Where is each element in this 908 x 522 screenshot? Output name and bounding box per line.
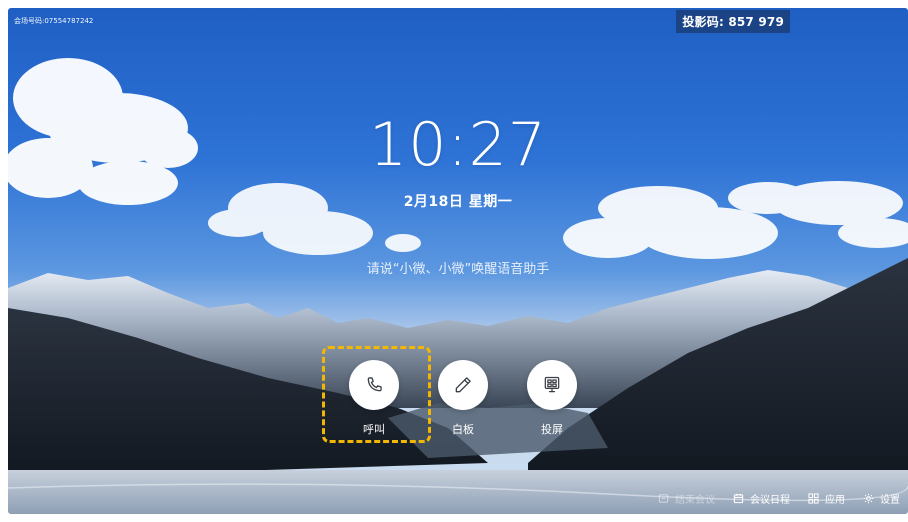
- meeting-number: 会场号码:07554787242: [14, 17, 94, 25]
- end-meeting-label: 结束会议: [675, 495, 715, 506]
- voice-assistant-hint: 请说“小微、小微”唤醒语音助手: [366, 262, 550, 277]
- home-screen: 会场号码:07554787242 投影码: 857 979 10:27 2月18…: [8, 8, 908, 514]
- whiteboard-button-circle[interactable]: [438, 360, 488, 410]
- end-meeting-icon: [658, 493, 669, 504]
- screen-share-button-circle[interactable]: [527, 360, 577, 410]
- settings-label: 设置: [880, 495, 900, 506]
- settings-button[interactable]: 设置: [863, 491, 900, 506]
- schedule-button[interactable]: 会议日程: [733, 491, 790, 506]
- clock-date: 2月18日 星期一: [403, 194, 513, 210]
- end-meeting-button[interactable]: 结束会议: [658, 491, 715, 506]
- apps-label: 应用: [825, 495, 845, 506]
- cast-code-badge: 投影码: 857 979: [676, 10, 790, 33]
- whiteboard-button[interactable]: 白板: [418, 360, 508, 437]
- screen-share-button[interactable]: 投屏: [507, 360, 597, 437]
- schedule-label: 会议日程: [750, 495, 790, 506]
- calendar-icon: [733, 493, 744, 504]
- apps-icon: [808, 493, 819, 504]
- call-button-highlight: [322, 346, 431, 443]
- screen-share-label: 投屏: [541, 423, 563, 436]
- whiteboard-label: 白板: [452, 423, 474, 436]
- settings-icon: [863, 493, 874, 504]
- apps-button[interactable]: 应用: [808, 491, 845, 506]
- bottom-toolbar: 结束会议 会议日程 应用 设置: [658, 491, 900, 506]
- screen-share-icon: [544, 376, 560, 393]
- clock-time: 10:27: [369, 110, 547, 180]
- pen-icon: [455, 377, 471, 393]
